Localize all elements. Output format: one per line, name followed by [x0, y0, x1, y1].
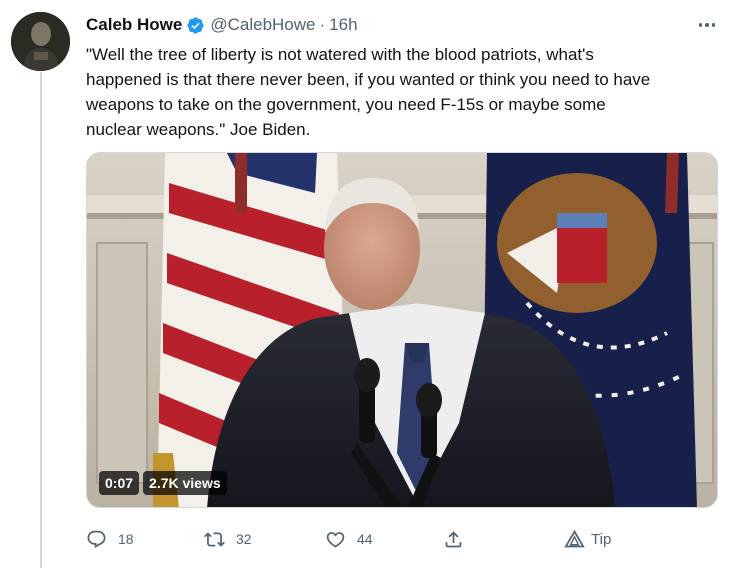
share-icon — [443, 529, 464, 550]
tweet-timestamp[interactable]: 16h — [329, 15, 357, 35]
tweet-actions: 18 32 44 Tip — [86, 525, 646, 553]
video-badges: 0:07 2.7K views — [99, 471, 227, 495]
verified-badge-icon — [186, 16, 205, 35]
display-name[interactable]: Caleb Howe — [86, 15, 182, 35]
heart-icon — [325, 529, 346, 550]
tip-icon — [564, 529, 585, 550]
tweet[interactable]: Caleb Howe @CalebHowe · 16h "Well the tr… — [0, 0, 731, 568]
retweet-button[interactable]: 32 — [204, 529, 252, 550]
retweet-count: 32 — [236, 531, 252, 547]
more-dots-icon[interactable] — [697, 19, 718, 31]
tweet-header: Caleb Howe @CalebHowe · 16h — [86, 13, 717, 37]
video-player[interactable]: 0:07 2.7K views — [86, 152, 718, 508]
retweet-icon — [204, 529, 225, 550]
user-handle[interactable]: @CalebHowe — [210, 15, 315, 35]
video-frame — [87, 153, 717, 507]
reply-count: 18 — [118, 531, 134, 547]
thread-line — [40, 72, 42, 568]
header-separator: · — [319, 15, 326, 34]
share-button[interactable] — [443, 529, 464, 550]
video-views: 2.7K views — [143, 471, 227, 495]
avatar[interactable] — [11, 12, 70, 71]
like-count: 44 — [357, 531, 373, 547]
video-duration: 0:07 — [99, 471, 140, 495]
reply-icon — [86, 529, 107, 550]
tip-button[interactable]: Tip — [564, 529, 611, 550]
reply-button[interactable]: 18 — [86, 529, 134, 550]
like-button[interactable]: 44 — [325, 529, 373, 550]
tweet-text: "Well the tree of liberty is not watered… — [86, 45, 651, 139]
tip-label: Tip — [591, 530, 612, 548]
